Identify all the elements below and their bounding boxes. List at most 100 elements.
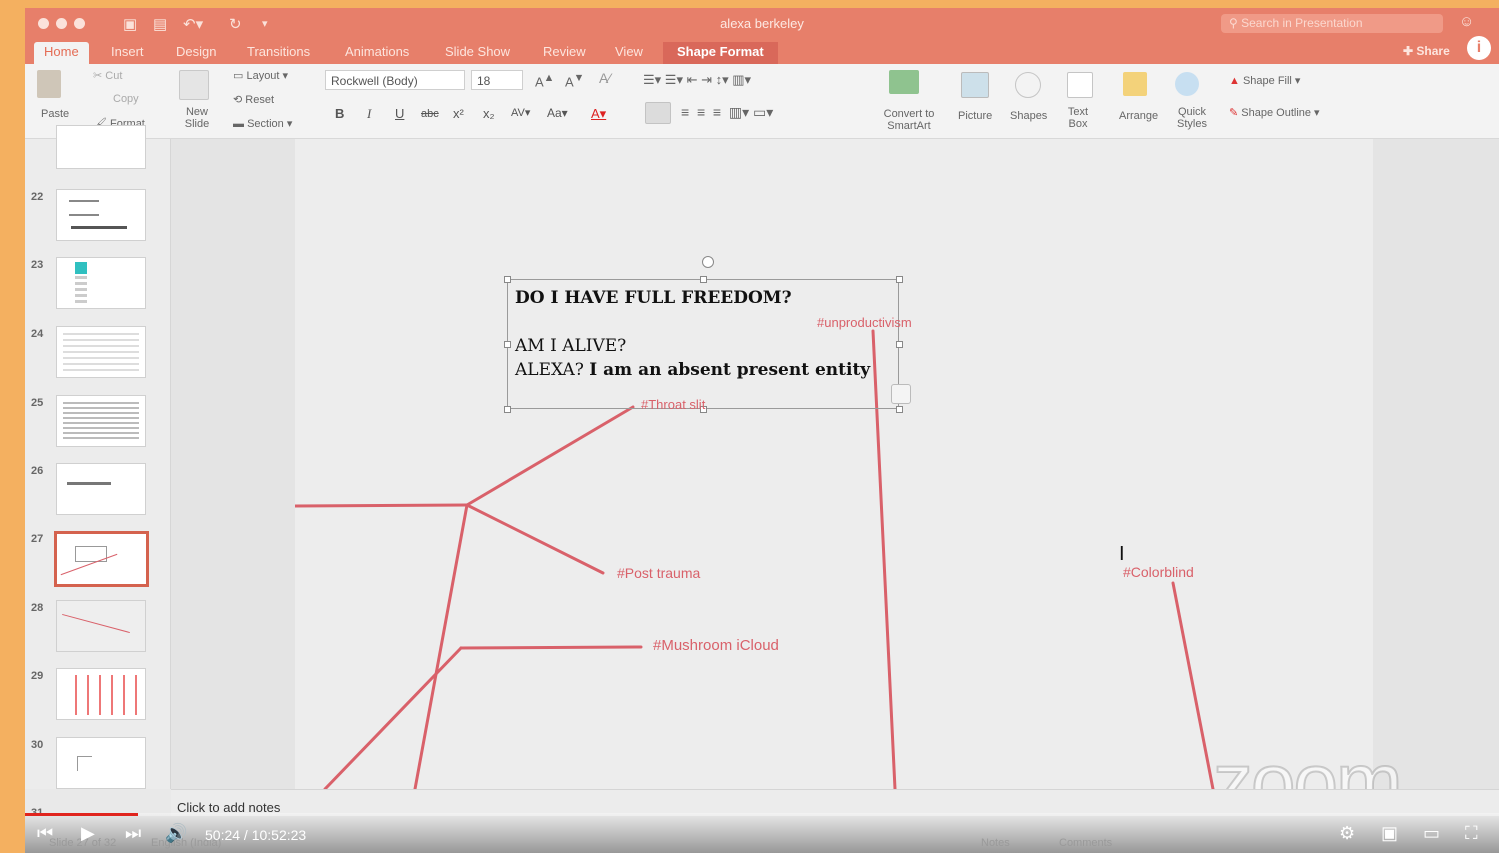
tab-transitions[interactable]: Transitions — [247, 42, 310, 64]
smartart-icon[interactable] — [889, 70, 919, 94]
resize-handle[interactable] — [504, 341, 511, 348]
absent-present-text: I am an absent present entity — [589, 360, 871, 380]
align-center-icon[interactable]: ≡ ≡ ≡ ▥▾ ▭▾ — [681, 104, 773, 121]
paint-bucket-icon: ▲ — [1229, 75, 1243, 87]
strikethrough-button[interactable]: abc — [421, 108, 439, 120]
tab-slide-show[interactable]: Slide Show — [445, 42, 510, 64]
previous-icon[interactable]: ⏮ — [37, 823, 53, 844]
arrange-icon[interactable] — [1123, 72, 1147, 96]
shape-outline-button[interactable]: ✎ Shape Outline ▾ — [1229, 106, 1320, 119]
comments-toggle[interactable]: Comments — [1059, 837, 1112, 849]
connector-line — [465, 405, 635, 507]
quick-styles-icon[interactable] — [1175, 72, 1199, 96]
clear-format-icon[interactable]: A⁄ — [599, 70, 611, 86]
tab-animations[interactable]: Animations — [345, 42, 409, 64]
slide-thumbnail[interactable] — [56, 395, 146, 447]
ribbon-toolbar: Paste ✂ Cut Copy 🖌 Format New Slide ▭ La… — [25, 64, 1499, 139]
quick-styles-button[interactable]: Quick Styles — [1175, 106, 1209, 130]
resize-handle[interactable] — [700, 276, 707, 283]
user-icon[interactable]: ☺ — [1459, 13, 1474, 30]
bold-button[interactable]: B — [335, 106, 344, 121]
app-window: ▣ ▤ ↶▾ ↻ ▾ alexa berkeley ⚲ Search in Pr… — [25, 8, 1499, 853]
search-input[interactable]: ⚲ Search in Presentation — [1221, 14, 1443, 33]
slide-thumbnail[interactable] — [56, 737, 146, 789]
text-line-alexa: ALEXA? I am an absent present entity — [515, 360, 870, 380]
bullets-icon[interactable]: ☰▾ ☰▾ ⇤ ⇥ ↕▾ ▥▾ — [643, 72, 751, 88]
tab-home[interactable]: Home — [34, 42, 89, 64]
slide-canvas[interactable]: DO I HAVE FULL FREEDOM? AM I ALIVE? ALEX… — [295, 139, 1373, 789]
shapes-button[interactable]: Shapes — [1010, 110, 1047, 122]
slide-thumbnail-panel[interactable]: 22 23 24 25 26 27 28 29 30 — [25, 125, 171, 819]
resize-handle[interactable] — [896, 406, 903, 413]
miniplayer-icon[interactable]: ▣ — [1381, 823, 1398, 844]
tab-review[interactable]: Review — [543, 42, 586, 64]
paste-icon[interactable] — [37, 70, 61, 98]
slide-number: 23 — [31, 259, 44, 271]
resize-handle[interactable] — [504, 276, 511, 283]
character-spacing-icon[interactable]: AV▾ — [511, 106, 530, 119]
notes-pane[interactable]: Click to add notes — [171, 789, 1499, 816]
tab-shape-format[interactable]: Shape Format — [663, 42, 778, 64]
title-bar: ▣ ▤ ↶▾ ↻ ▾ alexa berkeley ⚲ Search in Pr… — [25, 8, 1499, 40]
resize-handle[interactable] — [504, 406, 511, 413]
arrange-button[interactable]: Arrange — [1119, 110, 1158, 122]
info-icon[interactable]: i — [1467, 36, 1491, 60]
play-icon[interactable]: ▶ — [81, 823, 95, 844]
shapes-icon[interactable] — [1015, 72, 1041, 98]
slide-thumbnail[interactable] — [56, 600, 146, 652]
text-box-button[interactable]: Text Box — [1065, 106, 1091, 130]
copy-button[interactable]: Copy — [113, 93, 139, 105]
shrink-font-button[interactable]: A▼ — [565, 72, 584, 89]
slide-thumbnail-selected[interactable] — [54, 531, 149, 587]
align-left-icon[interactable] — [645, 102, 671, 124]
change-case-icon[interactable]: Aa▾ — [547, 106, 568, 120]
subscript-icon[interactable]: x₂ — [483, 106, 495, 121]
superscript-icon[interactable]: x² — [453, 106, 464, 121]
slide-thumbnail[interactable] — [56, 189, 146, 241]
settings-icon[interactable]: ⚙ — [1339, 823, 1355, 844]
selected-text-box[interactable]: DO I HAVE FULL FREEDOM? AM I ALIVE? ALEX… — [504, 256, 911, 413]
convert-smartart-button[interactable]: Convert to SmartArt — [876, 108, 942, 132]
notes-toggle[interactable]: Notes — [981, 837, 1010, 849]
connector-line — [459, 645, 643, 650]
underline-button[interactable]: U — [395, 106, 404, 121]
grow-font-button[interactable]: A▲ — [535, 72, 554, 89]
slide-thumbnail[interactable] — [56, 463, 146, 515]
reset-button[interactable]: ⟲ Reset — [233, 93, 274, 106]
font-size-select[interactable]: 18 — [471, 70, 523, 90]
slide-thumbnail[interactable] — [56, 257, 146, 309]
volume-icon[interactable]: 🔊 — [165, 823, 187, 844]
tab-view[interactable]: View — [615, 42, 643, 64]
paste-options-icon[interactable] — [891, 384, 911, 404]
font-name-select[interactable]: Rockwell (Body) — [325, 70, 465, 90]
slide-thumbnail[interactable] — [56, 326, 146, 378]
picture-button[interactable]: Picture — [958, 110, 992, 122]
reset-icon: ⟲ — [233, 94, 246, 106]
resize-handle[interactable] — [896, 341, 903, 348]
font-color-icon[interactable]: A▾ — [591, 106, 606, 122]
section-button[interactable]: ▬ Section ▾ — [233, 117, 292, 130]
paste-button[interactable]: Paste — [41, 108, 69, 120]
theater-mode-icon[interactable]: ▭ — [1423, 823, 1440, 844]
new-slide-icon[interactable] — [179, 70, 209, 100]
tab-insert[interactable]: Insert — [111, 42, 144, 64]
text-box-icon[interactable] — [1067, 72, 1093, 98]
cut-button[interactable]: ✂ Cut — [93, 69, 122, 82]
next-icon[interactable]: ⏭ — [125, 823, 141, 844]
layout-button[interactable]: ▭ Layout ▾ — [233, 69, 288, 82]
slide-thumbnail[interactable] — [56, 668, 146, 720]
progress-bar[interactable] — [25, 813, 1499, 816]
fullscreen-icon[interactable]: ⛶ — [1465, 823, 1478, 844]
resize-handle[interactable] — [896, 276, 903, 283]
slide-thumbnail[interactable] — [56, 125, 146, 169]
shape-fill-label: Shape Fill — [1242, 75, 1292, 87]
picture-icon[interactable] — [961, 72, 989, 98]
slide-editor[interactable]: DO I HAVE FULL FREEDOM? AM I ALIVE? ALEX… — [171, 139, 1499, 789]
layout-icon: ▭ — [233, 70, 247, 82]
rotate-handle-icon[interactable] — [702, 256, 714, 268]
italic-button[interactable]: I — [367, 106, 371, 122]
share-button[interactable]: ✚ Share — [1403, 44, 1450, 58]
new-slide-button[interactable]: New Slide — [183, 106, 211, 130]
tab-design[interactable]: Design — [176, 42, 216, 64]
shape-fill-button[interactable]: ▲ Shape Fill ▾ — [1229, 74, 1300, 87]
